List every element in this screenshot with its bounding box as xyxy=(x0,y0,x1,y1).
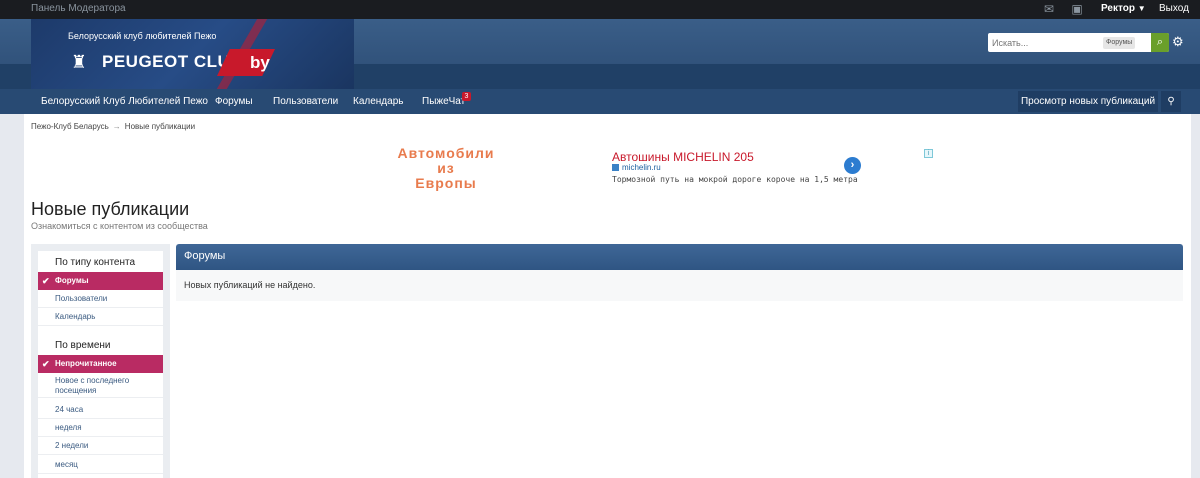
results-panel-title: Форумы xyxy=(184,250,226,262)
filter-label: Новое с последнего xyxy=(55,376,130,385)
ad-arrow-icon[interactable]: › xyxy=(844,157,861,174)
filter-label: 24 часа xyxy=(55,405,84,414)
ad-text: Тормозной путь на мокрой дороге короче н… xyxy=(612,175,858,184)
search-box: Форумы xyxy=(988,33,1169,52)
logout-link[interactable]: Выход xyxy=(1159,2,1189,16)
ad-url-text: michelin.ru xyxy=(622,163,661,172)
user-menu[interactable]: Ректор ▼ xyxy=(1101,2,1146,16)
page-title: Новые публикации xyxy=(31,199,190,219)
page-subtitle: Ознакомиться с контентом из сообщества xyxy=(31,221,208,231)
search-icon: ⌕ xyxy=(1156,36,1164,48)
filter-time-24h[interactable]: 24 часа xyxy=(38,401,163,419)
filter-type-users[interactable]: Пользователи xyxy=(38,290,163,308)
breadcrumb-arrow-icon: → xyxy=(112,122,121,131)
filter-label: неделя xyxy=(55,423,82,432)
ad-banner[interactable]: Автомобили из Европы xyxy=(363,146,529,191)
peugeot-lion-icon: ♜ xyxy=(70,52,88,72)
breadcrumb: Пежо-Клуб Беларусь → Новые публикации xyxy=(31,122,195,131)
nav-item-forums[interactable]: Форумы xyxy=(215,89,253,114)
empty-message: Новых публикаций не найдено. xyxy=(184,280,316,290)
nav-item-chat[interactable]: ПыжеЧат xyxy=(422,89,465,114)
filter-time-unread[interactable]: ✔ Непрочитанное xyxy=(38,355,163,373)
new-posts-button[interactable]: Просмотр новых публикаций xyxy=(1018,91,1158,112)
search-input[interactable] xyxy=(988,33,1113,52)
search-scope[interactable]: Форумы xyxy=(1103,37,1136,49)
filter-heading-type: По типу контента xyxy=(55,257,136,268)
filter-label: посещения xyxy=(55,386,97,395)
filter-label: Пользователи xyxy=(55,294,108,303)
filter-heading-time: По времени xyxy=(55,340,111,351)
filter-time-since-last-visit[interactable]: Новое с последнего посещения xyxy=(38,373,163,398)
check-icon: ✔ xyxy=(42,276,50,286)
mail-icon[interactable]: ✉ xyxy=(1042,2,1056,16)
main-nav: Белорусский Клуб Любителей Пежо Форумы П… xyxy=(0,89,1200,114)
chevron-down-icon: ▼ xyxy=(1137,4,1146,13)
results-panel-header: Форумы xyxy=(176,244,1183,270)
ad-info-icon[interactable]: i xyxy=(924,149,933,158)
filter-type-forums[interactable]: ✔ Форумы xyxy=(38,272,163,290)
site-slogan: Белорусский клуб любителей Пежо xyxy=(68,31,217,41)
breadcrumb-current: Новые публикации xyxy=(124,122,196,131)
filter-label: Форумы xyxy=(55,276,89,285)
filter-time-2weeks[interactable]: 2 недели xyxy=(38,437,163,455)
filter-label: Непрочитанное xyxy=(55,359,117,368)
filter-type-calendar[interactable]: Календарь xyxy=(38,308,163,326)
nav-item-calendar[interactable]: Календарь xyxy=(353,89,403,114)
filter-label: 2 недели xyxy=(55,441,89,450)
breadcrumb-home[interactable]: Пежо-Клуб Беларусь xyxy=(31,122,109,131)
filter-label: Календарь xyxy=(55,312,96,321)
user-name: Ректор xyxy=(1101,3,1135,14)
nav-item-club[interactable]: Белорусский Клуб Любителей Пежо xyxy=(41,89,208,114)
results-panel: Форумы Новых публикаций не найдено. xyxy=(176,244,1183,301)
check-icon: ✔ xyxy=(42,359,50,369)
search-button[interactable]: ⌕ xyxy=(1151,33,1169,52)
notifications-icon[interactable]: ▣ xyxy=(1070,2,1084,16)
nav-item-users[interactable]: Пользователи xyxy=(273,89,338,114)
filter-time-month[interactable]: месяц xyxy=(38,456,163,474)
chat-badge: 3 xyxy=(462,92,471,101)
ad-favicon-icon xyxy=(612,164,619,172)
ad-banner-line: из xyxy=(437,160,455,176)
moderator-panel-link[interactable]: Панель Модератора xyxy=(31,3,126,14)
gear-icon[interactable]: ⚙ xyxy=(1172,34,1184,50)
ad-title[interactable]: Автошины MICHELIN 205 xyxy=(612,150,754,164)
ad-banner-line: Европы xyxy=(415,175,477,191)
site-logo[interactable]: Белорусский клуб любителей Пежо ♜ PEUGEO… xyxy=(31,19,354,89)
filter-label: месяц xyxy=(55,460,78,469)
location-pin-icon[interactable]: ⚲ xyxy=(1161,91,1181,112)
top-bar: Панель Модератора ✉ ▣ Ректор ▼ Выход xyxy=(0,0,1200,19)
filter-time-week[interactable]: неделя xyxy=(38,419,163,437)
ad-banner-line: Автомобили xyxy=(397,145,495,161)
ad-url[interactable]: michelin.ru xyxy=(612,163,661,172)
